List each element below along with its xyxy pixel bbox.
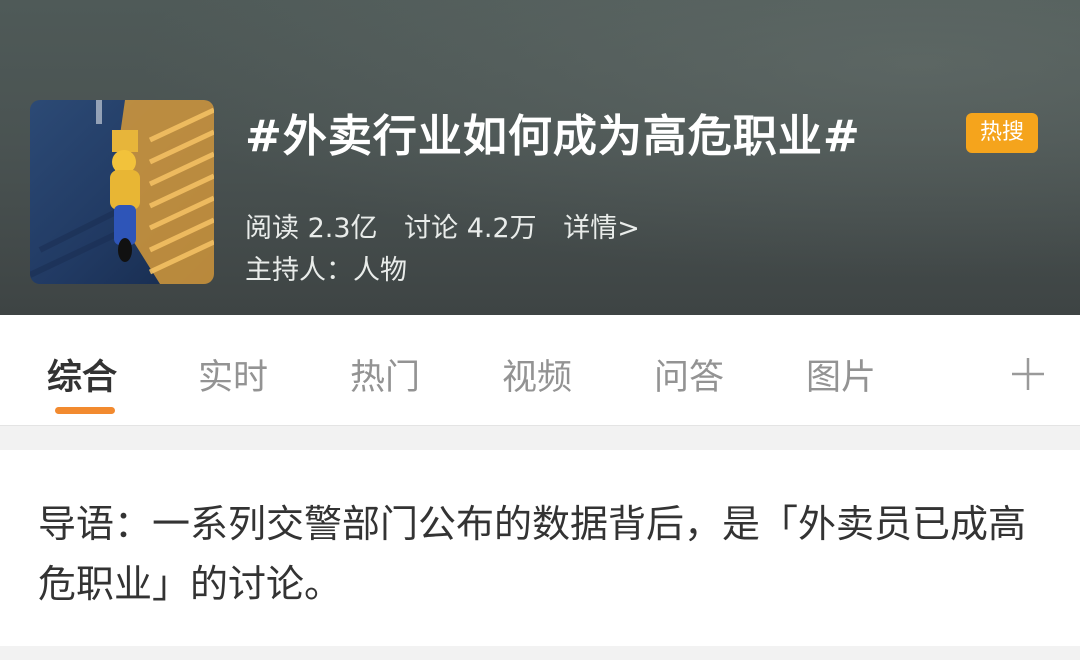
- topic-cover-image: [30, 100, 214, 284]
- tab-video[interactable]: 视频: [502, 349, 572, 400]
- topic-stats: 阅读 2.3亿 讨论 4.2万 详情>: [245, 206, 658, 245]
- section-divider: [0, 425, 1080, 451]
- active-tab-indicator: [55, 407, 115, 414]
- bottom-divider: [0, 646, 1080, 660]
- tab-bar: 综合 实时 热门 视频 问答 图片: [0, 315, 1080, 425]
- topic-header: #外卖行业如何成为高危职业# 热搜 阅读 2.3亿 讨论 4.2万 详情> 主持…: [0, 0, 1080, 315]
- topic-title: #外卖行业如何成为高危职业#: [245, 111, 861, 162]
- tab-qa[interactable]: 问答: [654, 349, 724, 400]
- discussion-count: 讨论 4.2万: [404, 213, 537, 244]
- details-link[interactable]: 详情>: [563, 213, 640, 244]
- tab-hot[interactable]: 热门: [350, 349, 420, 400]
- intro-text: 导语：一系列交警部门公布的数据背后，是「外卖员已成高危职业」的讨论。: [38, 502, 1027, 606]
- topic-host: 主持人：人物: [245, 255, 407, 286]
- intro-card: 导语：一系列交警部门公布的数据背后，是「外卖员已成高危职业」的讨论。: [0, 450, 1080, 646]
- tab-images[interactable]: 图片: [806, 349, 876, 400]
- tab-realtime[interactable]: 实时: [198, 349, 268, 400]
- tab-comprehensive[interactable]: 综合: [47, 349, 117, 400]
- plus-icon[interactable]: [1008, 354, 1048, 394]
- read-count: 阅读 2.3亿: [245, 213, 378, 244]
- hot-badge[interactable]: 热搜: [966, 113, 1038, 153]
